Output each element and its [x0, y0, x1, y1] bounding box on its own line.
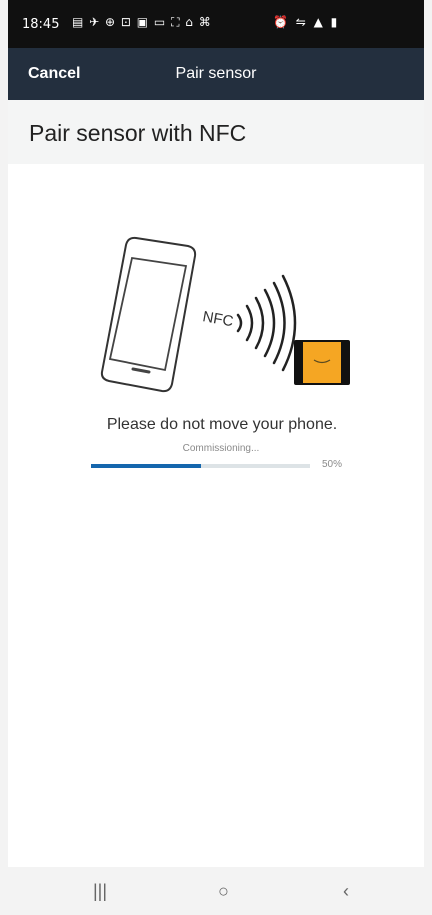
sensor-icon: [294, 340, 350, 385]
nfc-signal-icon: [236, 274, 297, 372]
status-time: 18:45: [22, 17, 60, 32]
progress-percent: 50%: [322, 459, 343, 470]
system-status-icons: ⏰ ⇋ ▲ ▮: [273, 15, 340, 29]
system-nav-bar: ||| ○ ‹: [8, 867, 424, 915]
page-header: Pair sensor with NFC: [8, 100, 424, 164]
nfc-pairing-illustration: NFC: [100, 236, 350, 393]
progress-status: Commissioning...: [182, 443, 260, 454]
app-bar: Cancel Pair sensor: [8, 48, 424, 100]
progress-bar-fill: [91, 464, 201, 468]
notification-icons: ▤ ✈ ⊕ ⊡ ▣ ▭ ⛶ ⌂ ⌘: [72, 15, 212, 29]
app-bar-title: Pair sensor: [175, 65, 257, 82]
phone-icon: [100, 236, 197, 393]
status-bar: 18:45 ▤ ✈ ⊕ ⊡ ▣ ▭ ⛶ ⌂ ⌘ ⏰ ⇋ ▲ ▮: [8, 0, 424, 48]
home-button[interactable]: ○: [218, 881, 229, 902]
screen: 18:45 ▤ ✈ ⊕ ⊡ ▣ ▭ ⛶ ⌂ ⌘ ⏰ ⇋ ▲ ▮ Cancel P…: [0, 0, 432, 915]
progress-message: Please do not move your phone.: [106, 416, 338, 433]
back-button[interactable]: ‹: [343, 881, 349, 902]
recent-apps-button[interactable]: |||: [93, 881, 107, 902]
nfc-label: NFC: [201, 308, 234, 330]
progress-bar: [91, 464, 310, 468]
page-title: Pair sensor with NFC: [29, 120, 247, 146]
